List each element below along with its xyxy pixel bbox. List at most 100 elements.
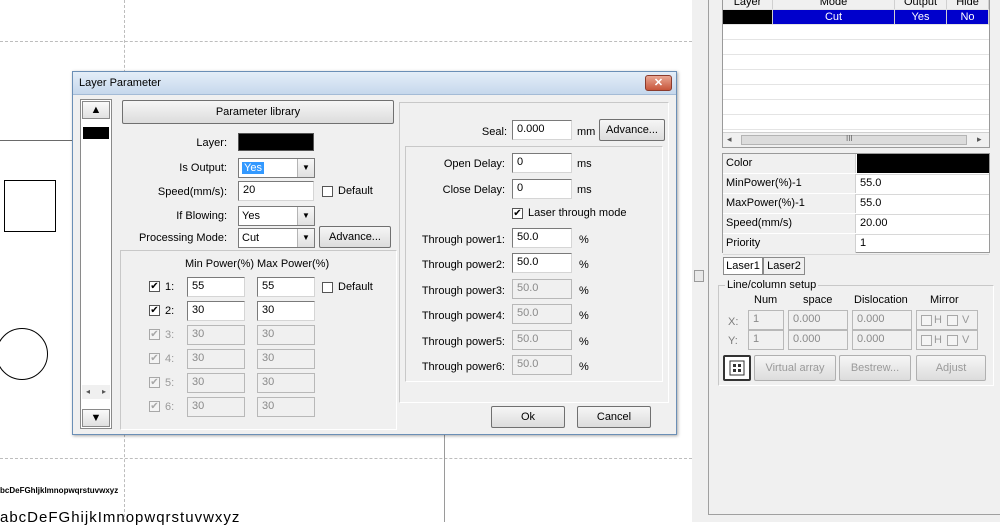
close-delay-input[interactable]: 0 xyxy=(512,179,572,199)
sample-text-small[interactable]: bcDeFGhIjklmnopwqrstuvwxyz xyxy=(0,486,118,495)
grid-line xyxy=(0,458,692,459)
dialog-titlebar[interactable]: Layer Parameter ✕ xyxy=(73,72,676,95)
property-grid[interactable]: Color MinPower(%)-1 55.0 MaxPower(%)-1 5… xyxy=(722,153,990,255)
layer-parameter-dialog: Layer Parameter ✕ ▲ ◂ ▸ ▼ Parameter libra… xyxy=(72,71,677,435)
horizontal-scrollbar[interactable]: ◂ III ▸ xyxy=(723,132,989,147)
max-power-3-input[interactable]: 30 xyxy=(257,325,315,345)
advance-button[interactable]: Advance... xyxy=(319,226,391,248)
through-power-2-input[interactable]: 50.0 xyxy=(512,253,572,273)
max-power-1-input[interactable]: 55 xyxy=(257,277,315,297)
table-header: Layer Mode Output Hide xyxy=(723,0,989,10)
property-row[interactable]: MinPower(%)-1 55.0 xyxy=(723,174,989,195)
layer-color-swatch xyxy=(723,10,773,24)
bestrew-button[interactable]: Bestrew... xyxy=(839,355,911,381)
rectangle-shape[interactable] xyxy=(4,180,56,232)
through-power-3-input[interactable]: 50.0 xyxy=(512,279,572,299)
chevron-down-icon[interactable]: ▼ xyxy=(297,159,314,177)
x-mirror-h-checkbox[interactable] xyxy=(921,315,932,326)
max-power-4-input[interactable]: 30 xyxy=(257,349,315,369)
x-space-input[interactable]: 0.000 xyxy=(788,310,848,330)
through-power-1-input[interactable]: 50.0 xyxy=(512,228,572,248)
power-1-checkbox[interactable]: ✔ xyxy=(149,281,160,292)
power-2-checkbox[interactable]: ✔ xyxy=(149,305,160,316)
cancel-button[interactable]: Cancel xyxy=(577,406,651,428)
color-value-swatch[interactable] xyxy=(857,154,989,173)
max-power-5-input[interactable]: 30 xyxy=(257,373,315,393)
power-default-checkbox[interactable] xyxy=(322,282,333,293)
scroll-left-icon[interactable]: ◂ xyxy=(727,134,732,145)
sample-text-large[interactable]: abcDeFGhijkImnopwqrstuvwxyz xyxy=(0,509,240,526)
min-power-2-input[interactable]: 30 xyxy=(187,301,245,321)
work-area-border xyxy=(0,140,72,141)
dialog-body: ▲ ◂ ▸ ▼ Parameter library Layer: Is Outpu… xyxy=(75,96,674,432)
tab-laser1[interactable]: Laser1 xyxy=(723,257,763,275)
open-delay-input[interactable]: 0 xyxy=(512,153,572,173)
property-row[interactable]: MaxPower(%)-1 55.0 xyxy=(723,194,989,215)
through-power-6-input[interactable]: 50.0 xyxy=(512,355,572,375)
property-row[interactable]: Speed(mm/s) 20.00 xyxy=(723,214,989,235)
row-output: Yes xyxy=(895,10,947,24)
processing-mode-select[interactable]: Cut ▼ xyxy=(238,228,315,248)
property-row[interactable]: Priority 1 xyxy=(723,234,989,255)
header-layer[interactable]: Layer xyxy=(723,0,773,9)
is-output-select[interactable]: Yes ▼ xyxy=(238,158,315,178)
min-power-4-input[interactable]: 30 xyxy=(187,349,245,369)
min-power-1-input[interactable]: 55 xyxy=(187,277,245,297)
array-grid-button[interactable] xyxy=(723,355,751,381)
property-row[interactable]: Color xyxy=(723,154,989,175)
power-4-checkbox[interactable]: ✔ xyxy=(149,353,160,364)
layer-table[interactable]: Layer Mode Output Hide Cut Yes No ◂ III … xyxy=(722,0,990,148)
chevron-down-icon[interactable]: ▼ xyxy=(297,229,314,247)
bottom-scrollbar[interactable] xyxy=(708,514,1000,522)
y-num-input[interactable]: 1 xyxy=(748,330,784,350)
if-blowing-select[interactable]: Yes ▼ xyxy=(238,206,315,226)
power-3-checkbox[interactable]: ✔ xyxy=(149,329,160,340)
header-mode[interactable]: Mode xyxy=(773,0,895,9)
power-6-checkbox[interactable]: ✔ xyxy=(149,401,160,412)
circle-shape[interactable] xyxy=(0,328,48,380)
layer-list[interactable]: ▲ ◂ ▸ ▼ xyxy=(80,99,112,429)
list-hscroll[interactable]: ◂ ▸ xyxy=(82,385,110,399)
scroll-up-icon[interactable]: ▲ xyxy=(82,101,110,119)
max-power-6-input[interactable]: 30 xyxy=(257,397,315,417)
chevron-down-icon[interactable]: ▼ xyxy=(297,207,314,225)
min-power-6-input[interactable]: 30 xyxy=(187,397,245,417)
max-power-2-input[interactable]: 30 xyxy=(257,301,315,321)
power-5-checkbox[interactable]: ✔ xyxy=(149,377,160,388)
splitter-handle[interactable] xyxy=(694,270,704,282)
dialog-title: Layer Parameter xyxy=(79,77,161,89)
row-hide: No xyxy=(947,10,989,24)
y-mirror-v-checkbox[interactable] xyxy=(947,335,958,346)
virtual-array-button[interactable]: Virtual array xyxy=(754,355,836,381)
through-power-5-input[interactable]: 50.0 xyxy=(512,330,572,350)
tab-laser2[interactable]: Laser2 xyxy=(763,257,805,275)
x-mirror-box: H V xyxy=(916,310,978,330)
layer-color-box[interactable] xyxy=(238,133,314,151)
scrollbar-thumb[interactable]: III xyxy=(741,134,967,145)
ok-button[interactable]: Ok xyxy=(491,406,565,428)
speed-default-checkbox[interactable] xyxy=(322,186,333,197)
table-row[interactable]: Cut Yes No xyxy=(723,10,989,25)
seal-advance-button[interactable]: Advance... xyxy=(599,119,665,141)
x-num-input[interactable]: 1 xyxy=(748,310,784,330)
seal-input[interactable]: 0.000 xyxy=(512,120,572,140)
min-power-5-input[interactable]: 30 xyxy=(187,373,245,393)
x-mirror-v-checkbox[interactable] xyxy=(947,315,958,326)
x-dislocation-input[interactable]: 0.000 xyxy=(852,310,912,330)
y-dislocation-input[interactable]: 0.000 xyxy=(852,330,912,350)
y-space-input[interactable]: 0.000 xyxy=(788,330,848,350)
scroll-down-icon[interactable]: ▼ xyxy=(82,409,110,427)
laser-through-checkbox[interactable]: ✔ xyxy=(512,208,523,219)
header-output[interactable]: Output xyxy=(895,0,947,9)
through-power-4-input[interactable]: 50.0 xyxy=(512,304,572,324)
splitter[interactable] xyxy=(692,0,708,522)
adjust-button[interactable]: Adjust xyxy=(916,355,986,381)
close-icon[interactable]: ✕ xyxy=(645,75,672,91)
min-power-3-input[interactable]: 30 xyxy=(187,325,245,345)
layer-swatch-black[interactable] xyxy=(83,127,109,139)
header-hide[interactable]: Hide xyxy=(947,0,989,9)
speed-input[interactable]: 20 xyxy=(238,181,314,201)
y-mirror-h-checkbox[interactable] xyxy=(921,335,932,346)
scroll-right-icon[interactable]: ▸ xyxy=(977,134,982,145)
parameter-library-button[interactable]: Parameter library xyxy=(122,100,394,124)
